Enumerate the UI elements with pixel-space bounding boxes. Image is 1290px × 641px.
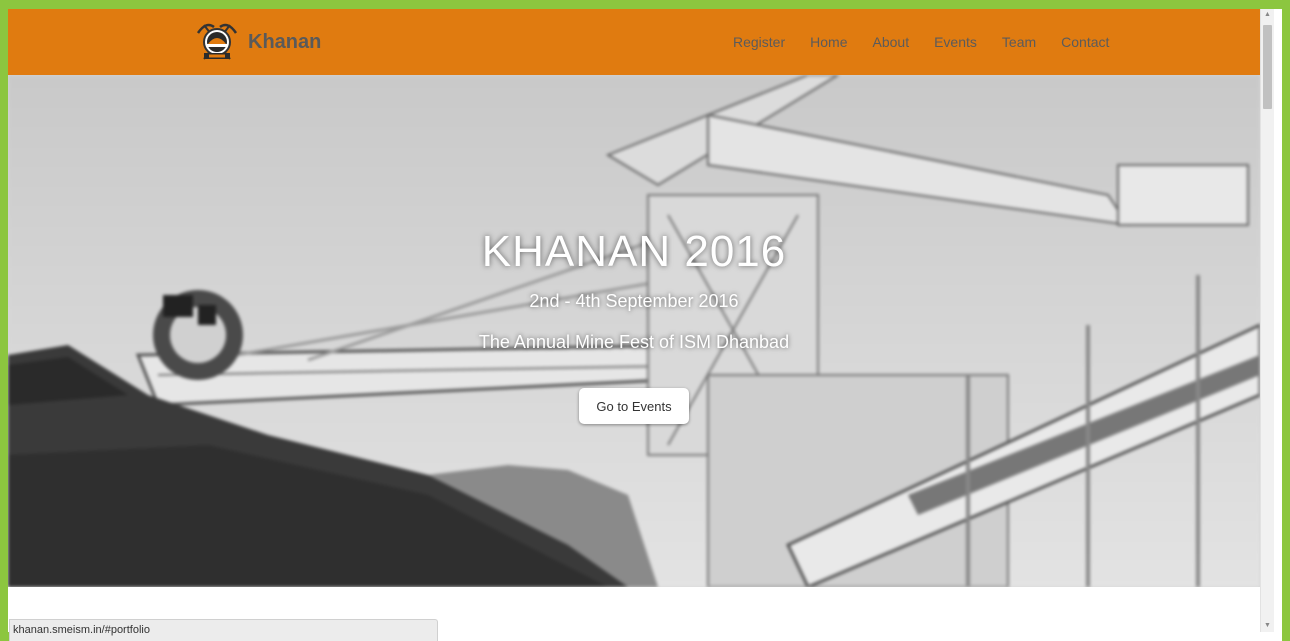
brand-name: Khanan [248, 30, 322, 53]
nav-link-about[interactable]: About [873, 34, 910, 50]
nav-links: Register Home About Events Team Contact [733, 9, 1134, 75]
status-bar-url: khanan.smeism.in/#portfolio [9, 619, 438, 641]
scroll-down-arrow-icon[interactable]: ▼ [1261, 620, 1274, 632]
hero-title: KHANAN 2016 [481, 227, 787, 276]
top-navbar: Khanan Register Home About Events Team C… [8, 9, 1260, 75]
scrollbar-thumb[interactable] [1263, 25, 1272, 109]
pickaxe-helmet-logo-icon [196, 23, 238, 60]
scroll-up-arrow-icon[interactable]: ▲ [1261, 9, 1274, 21]
nav-link-register[interactable]: Register [733, 34, 785, 50]
nav-link-home[interactable]: Home [810, 34, 847, 50]
page-viewport: Khanan Register Home About Events Team C… [8, 9, 1260, 632]
vertical-scrollbar[interactable]: ▲ ▼ [1260, 9, 1274, 632]
hero-date: 2nd - 4th September 2016 [529, 291, 739, 311]
nav-link-contact[interactable]: Contact [1061, 34, 1109, 50]
nav-link-events[interactable]: Events [934, 34, 977, 50]
hero-content: KHANAN 2016 2nd - 4th September 2016 The… [8, 75, 1260, 587]
go-to-events-button[interactable]: Go to Events [579, 388, 689, 424]
brand-link[interactable]: Khanan [192, 19, 321, 65]
hero-tagline: The Annual Mine Fest of ISM Dhanbad [478, 332, 790, 352]
hero-section: KHANAN 2016 2nd - 4th September 2016 The… [8, 75, 1260, 587]
nav-link-team[interactable]: Team [1002, 34, 1036, 50]
